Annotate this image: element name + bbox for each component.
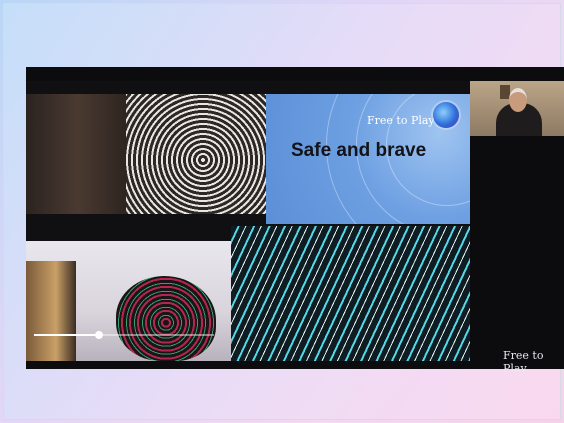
presenter-video[interactable] xyxy=(470,81,564,136)
slide-title: Safe and brave xyxy=(291,140,427,161)
meeting-window: Free to Play Safe and brave Free to Play xyxy=(3,3,564,420)
brand-logo-small: Free to Play xyxy=(367,114,435,127)
shared-screen: Free to Play Safe and brave Free to Play xyxy=(26,67,564,375)
video-progress-bar[interactable] xyxy=(34,331,214,339)
brand-watermark: Free to Play xyxy=(503,349,544,375)
globe-logo-icon xyxy=(433,102,459,128)
arm-image xyxy=(26,261,76,361)
video-progress-fill xyxy=(34,334,99,336)
photo-lightbox-yarn xyxy=(26,241,231,361)
photo-teal-yarn xyxy=(231,226,470,361)
photo-white-yarn xyxy=(126,94,266,214)
presentation-slide: Free to Play Safe and brave xyxy=(26,81,470,361)
presenter-head xyxy=(509,88,527,112)
video-progress-handle[interactable] xyxy=(94,331,103,339)
title-panel: Free to Play Safe and brave xyxy=(266,94,470,224)
yarn-image xyxy=(116,276,216,361)
